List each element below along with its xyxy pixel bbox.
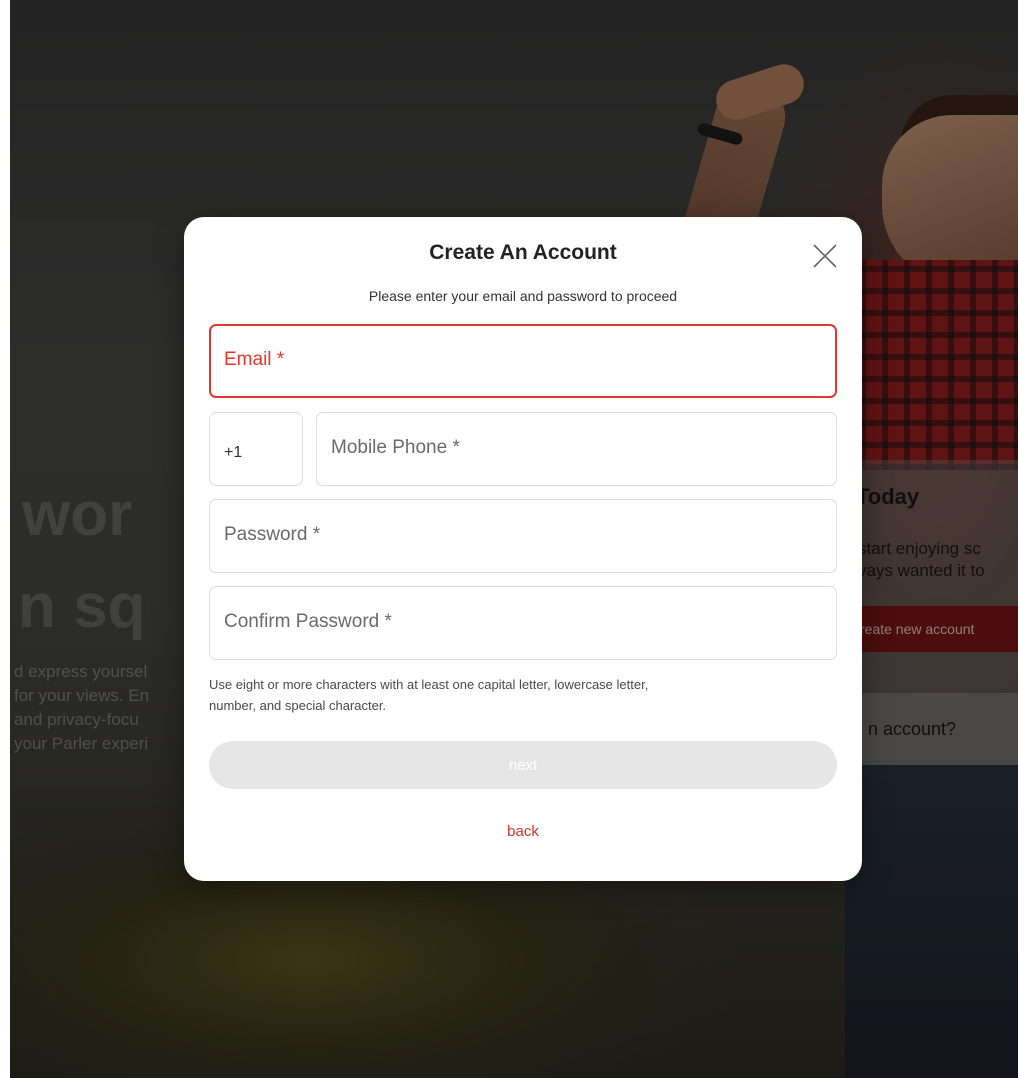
password-requirements-hint: Use eight or more characters with at lea… [209,674,809,716]
modal-title: Create An Account [429,241,617,264]
page: wor n sq d express yoursel for your view… [0,0,1018,1078]
email-field[interactable]: Email * [209,324,837,398]
create-account-modal: Create An Account Please enter your emai… [184,217,862,881]
country-code-value: +1 [224,444,243,461]
password-input[interactable] [210,500,836,572]
password-field[interactable]: Password * [209,499,837,573]
modal-subtitle: Please enter your email and password to … [368,288,678,304]
mobile-phone-field[interactable]: Mobile Phone * [316,412,837,486]
mobile-phone-input[interactable] [317,413,836,485]
back-link[interactable]: back [184,823,862,840]
close-icon [813,244,837,268]
confirm-password-field[interactable]: Confirm Password * [209,586,837,660]
email-input[interactable] [211,326,835,396]
confirm-password-input[interactable] [210,587,836,659]
password-hint-line: number, and special character. [209,698,387,713]
password-hint-line: Use eight or more characters with at lea… [209,677,649,692]
country-code-selector[interactable]: +1 [209,412,303,486]
close-button[interactable] [810,241,840,271]
next-button[interactable]: next [209,741,837,789]
